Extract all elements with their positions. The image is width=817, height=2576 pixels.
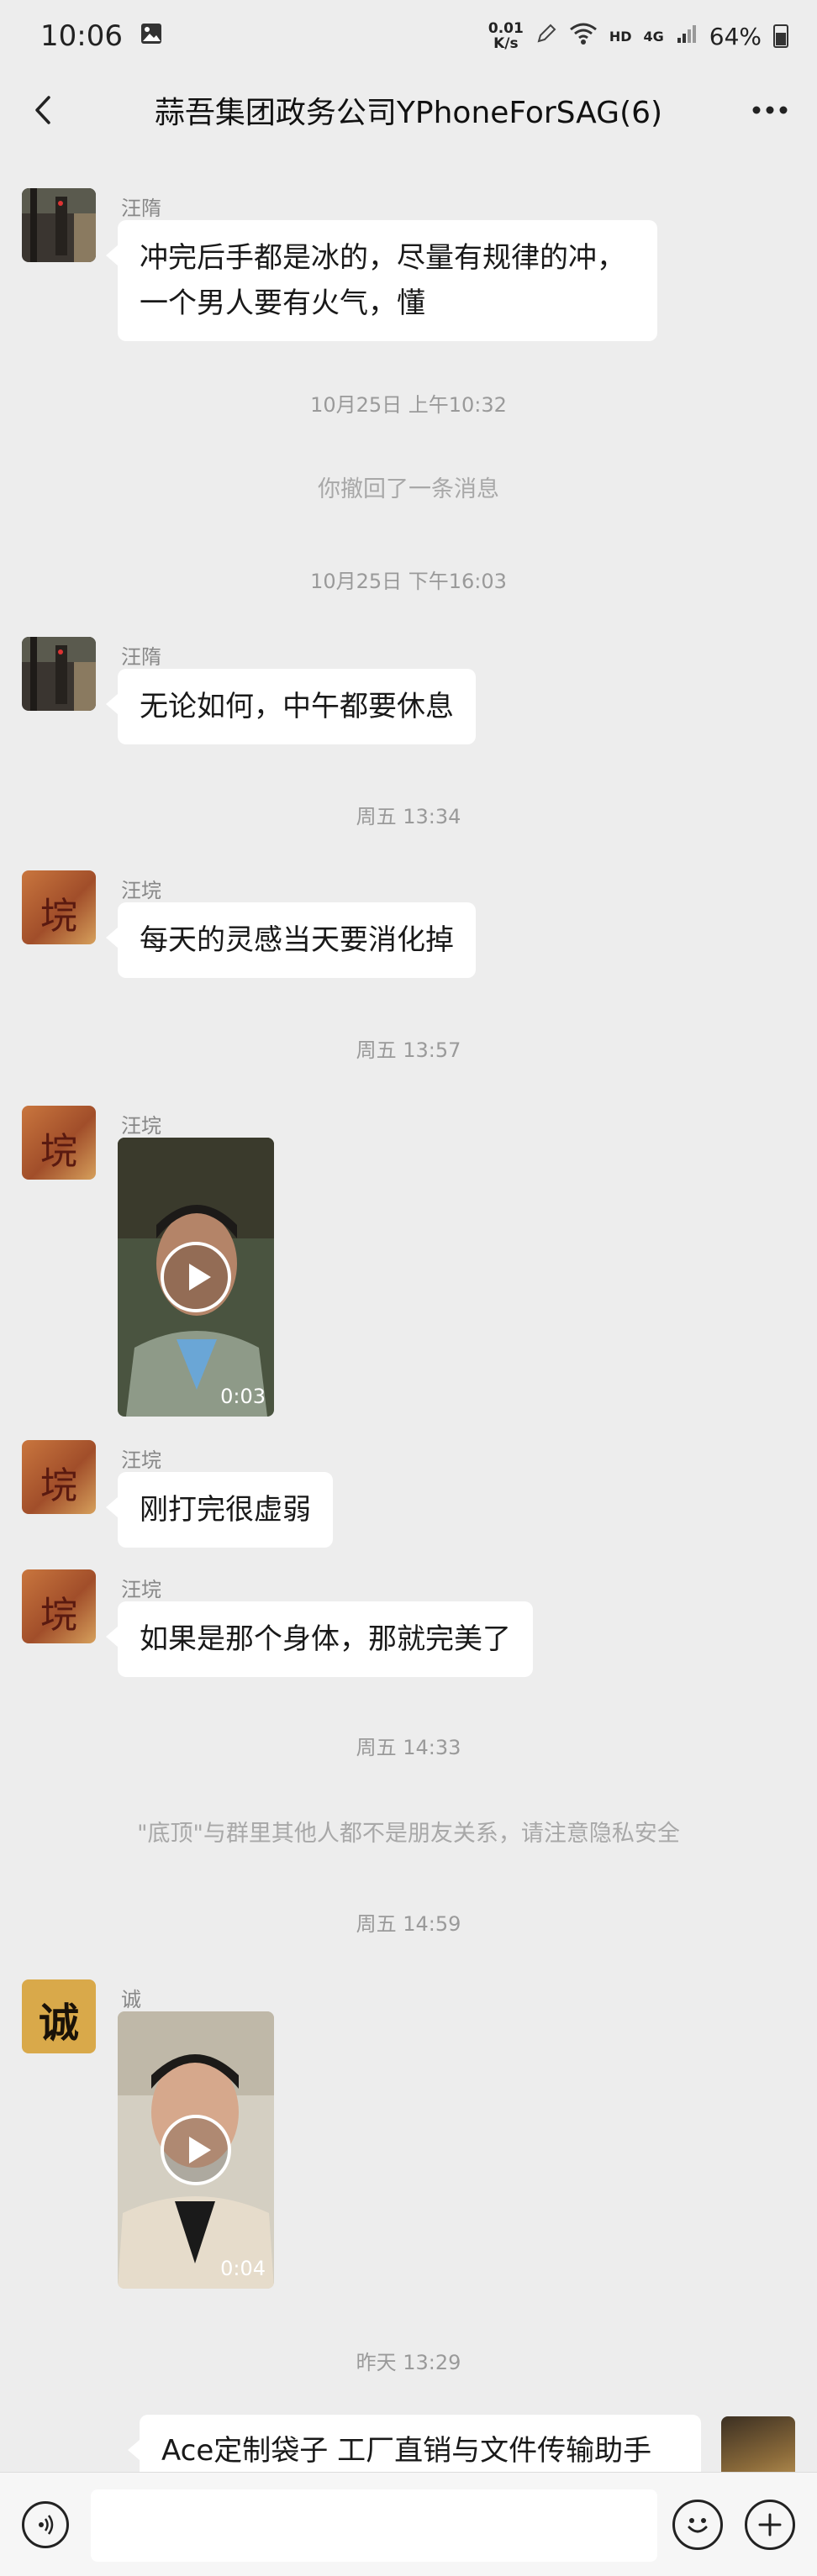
message-bubble[interactable]: 无论如何，中午都要休息 <box>106 669 476 744</box>
gallery-notification-icon <box>140 19 163 53</box>
battery-icon <box>773 24 788 48</box>
message-text: 刚打完很虚弱 <box>140 1493 311 1527</box>
emoji-icon <box>688 2518 708 2533</box>
avatar[interactable]: 诚 <box>22 1979 96 2053</box>
more-features-button[interactable] <box>745 2500 795 2550</box>
message-text-line: 一个男人要有火气，懂 <box>140 287 425 320</box>
sender-name: 汪隋 <box>121 197 161 220</box>
pen-icon <box>535 23 557 50</box>
video-message[interactable]: 0:03 <box>118 1138 274 1417</box>
sender-name: 汪垸 <box>121 879 161 902</box>
video-duration: 0:03 <box>220 1385 266 1408</box>
avatar[interactable]: 垸 <box>22 1569 96 1643</box>
message-input[interactable] <box>91 2489 657 2562</box>
play-icon[interactable] <box>161 1242 231 1312</box>
message-bubble[interactable]: 每天的灵感当天要消化掉 <box>106 902 476 978</box>
chat-header: 蒜吾集团政务公司YPhoneForSAG(6) <box>0 72 817 148</box>
message-bubble[interactable]: 刚打完很虚弱 <box>106 1472 333 1548</box>
avatar[interactable]: 垸 <box>22 870 96 944</box>
more-options-button[interactable] <box>746 91 793 129</box>
message-bubble[interactable]: 冲完后手都是冰的，尽量有规律的冲， 一个男人要有火气，懂 <box>106 220 657 341</box>
voice-button[interactable] <box>22 2501 69 2548</box>
status-time: 10:06 <box>40 19 123 53</box>
sender-name: 汪隋 <box>121 645 161 669</box>
video-duration: 0:04 <box>220 2257 266 2280</box>
back-button[interactable] <box>25 91 64 129</box>
more-icon <box>752 106 788 114</box>
message-text: Ace定制袋子 工厂直销与文件传输助手 <box>161 2434 652 2468</box>
timestamp: 周五 14:33 <box>356 1736 461 1759</box>
system-notice: 你撤回了一条消息 <box>318 476 499 502</box>
video-message[interactable]: 0:04 <box>118 2011 274 2289</box>
status-bar: 10:06 0.01 K/s HD 4G 64% <box>0 0 817 72</box>
message-text-line: 冲完后手都是冰的，尽量有规律的冲， <box>140 241 625 275</box>
plus-icon <box>758 2513 782 2537</box>
signal-icon <box>676 23 698 50</box>
chat-title: 蒜吾集团政务公司YPhoneForSAG(6) <box>154 96 663 130</box>
timestamp: 10月25日 下午16:03 <box>310 570 507 593</box>
sender-name: 汪垸 <box>121 1114 161 1138</box>
timestamp: 周五 14:59 <box>356 1912 461 1936</box>
sender-name: 汪垸 <box>121 1578 161 1601</box>
wifi-icon <box>569 22 598 51</box>
timestamp: 10月25日 上午10:32 <box>310 393 507 417</box>
message-text: 每天的灵感当天要消化掉 <box>140 923 454 957</box>
chevron-left-icon <box>35 96 50 124</box>
emoji-button[interactable] <box>672 2500 723 2550</box>
input-bar <box>0 2472 817 2576</box>
timestamp: 昨天 13:29 <box>356 2351 461 2374</box>
play-icon[interactable] <box>161 2115 231 2185</box>
avatar[interactable]: 垸 <box>22 1106 96 1180</box>
message-text: 无论如何，中午都要休息 <box>140 690 454 723</box>
hd-indicator: HD <box>609 28 632 45</box>
timestamp: 周五 13:57 <box>356 1038 461 1062</box>
privacy-notice: "底顶"与群里其他人都不是朋友关系，请注意隐私安全 <box>137 1821 680 1847</box>
net-speed: 0.01 K/s <box>488 20 524 52</box>
sender-name: 汪垸 <box>121 1448 161 1472</box>
avatar[interactable] <box>22 188 96 262</box>
timestamp: 周五 13:34 <box>356 805 461 828</box>
message-text: 如果是那个身体，那就完美了 <box>140 1622 511 1656</box>
network-type: 4G <box>643 28 664 45</box>
avatar[interactable] <box>22 637 96 711</box>
avatar[interactable]: 垸 <box>22 1440 96 1514</box>
voice-icon <box>39 2515 54 2535</box>
sender-name: 诚 <box>121 1988 141 2011</box>
battery-percent: 64% <box>709 22 762 50</box>
message-bubble[interactable]: 如果是那个身体，那就完美了 <box>106 1601 533 1677</box>
